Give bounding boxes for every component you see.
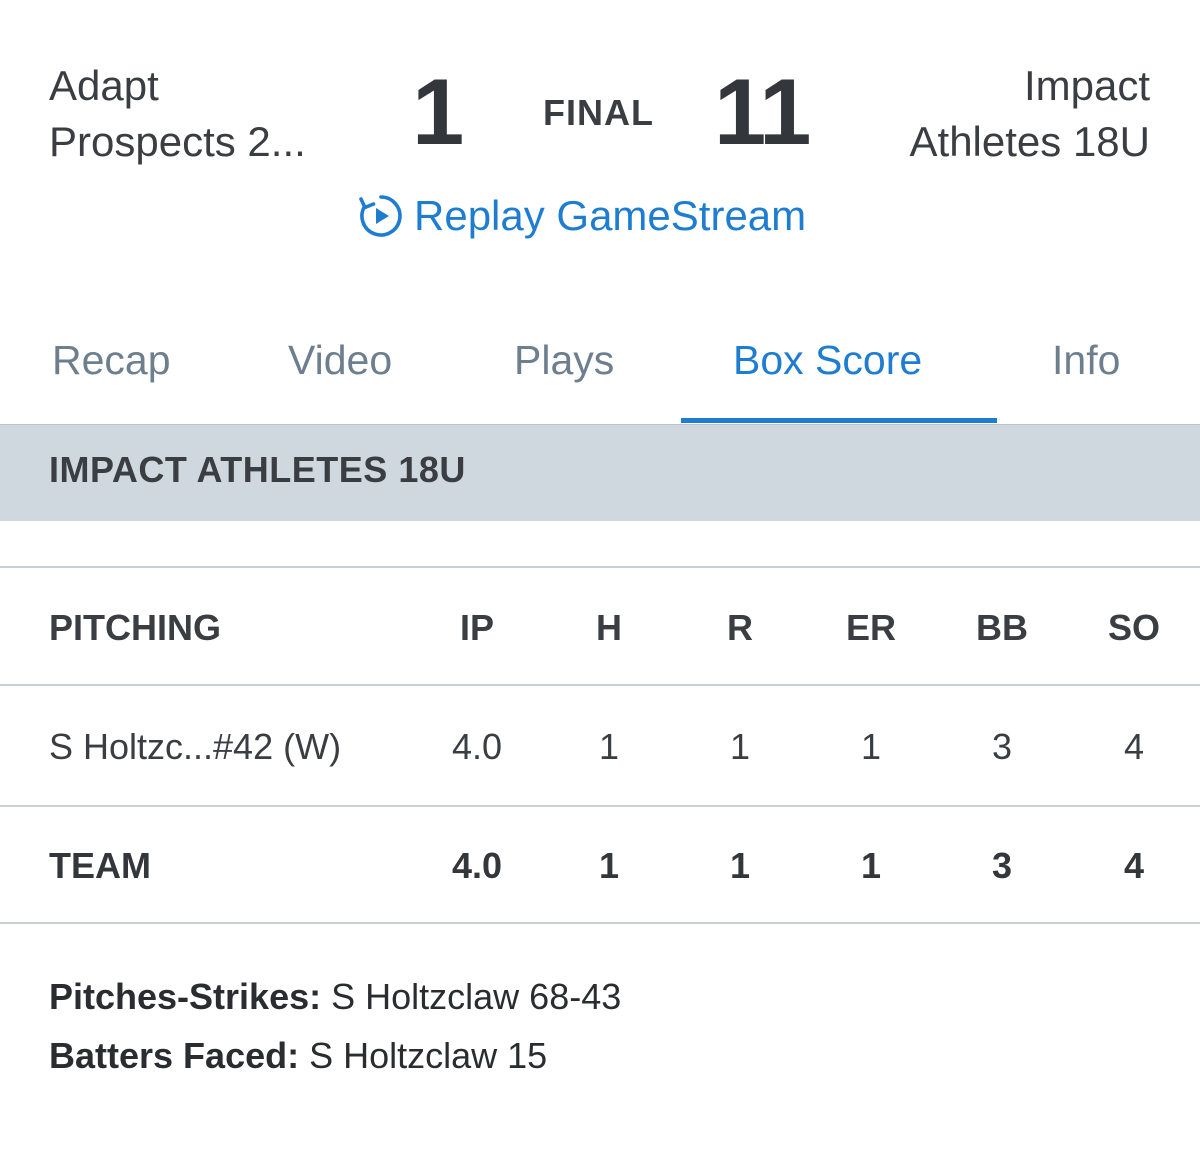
home-team-line2: Athletes 18U (909, 118, 1150, 165)
pitcher-er: 1 (860, 726, 882, 767)
col-header-er: ER (845, 607, 896, 648)
team-section-header: IMPACT ATHLETES 18U (0, 424, 1200, 521)
divider (0, 566, 1200, 568)
away-team-name[interactable]: Adapt Prospects 2... (49, 58, 369, 170)
pitcher-bb: 3 (991, 726, 1013, 767)
tab-plays[interactable]: Plays (514, 330, 614, 390)
team-h: 1 (598, 845, 620, 886)
pitcher-h: 1 (598, 726, 620, 767)
note-label: Pitches-Strikes: (49, 976, 322, 1017)
team-r: 1 (729, 845, 751, 886)
active-tab-indicator (681, 418, 997, 423)
pitcher-so: 4 (1123, 726, 1145, 767)
col-header-bb: BB (976, 607, 1028, 648)
team-er: 1 (860, 845, 882, 886)
note-value: S Holtzclaw 68-43 (331, 976, 622, 1017)
home-team-line1: Impact (1023, 62, 1150, 109)
home-score: 11 (714, 59, 811, 164)
pitches-strikes-note: Pitches-Strikes: S Holtzclaw 68-43 (49, 975, 621, 1019)
away-score: 1 (412, 59, 464, 164)
replay-icon (359, 195, 402, 237)
team-ip: 4.0 (451, 845, 503, 886)
note-label: Batters Faced: (49, 1035, 300, 1076)
team-bb: 3 (991, 845, 1013, 886)
away-team-line1: Adapt (49, 62, 159, 109)
tab-info[interactable]: Info (1052, 330, 1120, 390)
col-header-r: R (727, 607, 753, 648)
team-section-title: IMPACT ATHLETES 18U (49, 449, 466, 490)
divider (0, 922, 1200, 924)
game-status: FINAL (543, 92, 654, 133)
away-team-line2: Prospects 2... (49, 118, 306, 165)
replay-gamestream-button[interactable]: Replay GameStream (358, 188, 806, 244)
team-so: 4 (1123, 845, 1145, 886)
note-value: S Holtzclaw 15 (309, 1035, 548, 1076)
tab-video[interactable]: Video (288, 330, 392, 390)
batters-faced-note: Batters Faced: S Holtzclaw 15 (49, 1034, 547, 1078)
col-header-h: H (596, 607, 622, 648)
home-team-name[interactable]: Impact Athletes 18U (830, 58, 1150, 170)
col-header-so: SO (1107, 607, 1160, 648)
pitcher-ip: 4.0 (451, 726, 503, 767)
replay-label: Replay GameStream (414, 192, 807, 239)
tab-box-score[interactable]: Box Score (733, 330, 922, 390)
col-header-ip: IP (459, 607, 494, 648)
divider (0, 684, 1200, 686)
tab-recap[interactable]: Recap (52, 330, 171, 390)
pitcher-name[interactable]: S Holtzc...#42 (W) (49, 725, 409, 769)
divider (0, 805, 1200, 807)
pitching-header: PITCHING (49, 607, 222, 648)
team-total-label: TEAM (49, 845, 151, 886)
pitcher-r: 1 (729, 726, 751, 767)
